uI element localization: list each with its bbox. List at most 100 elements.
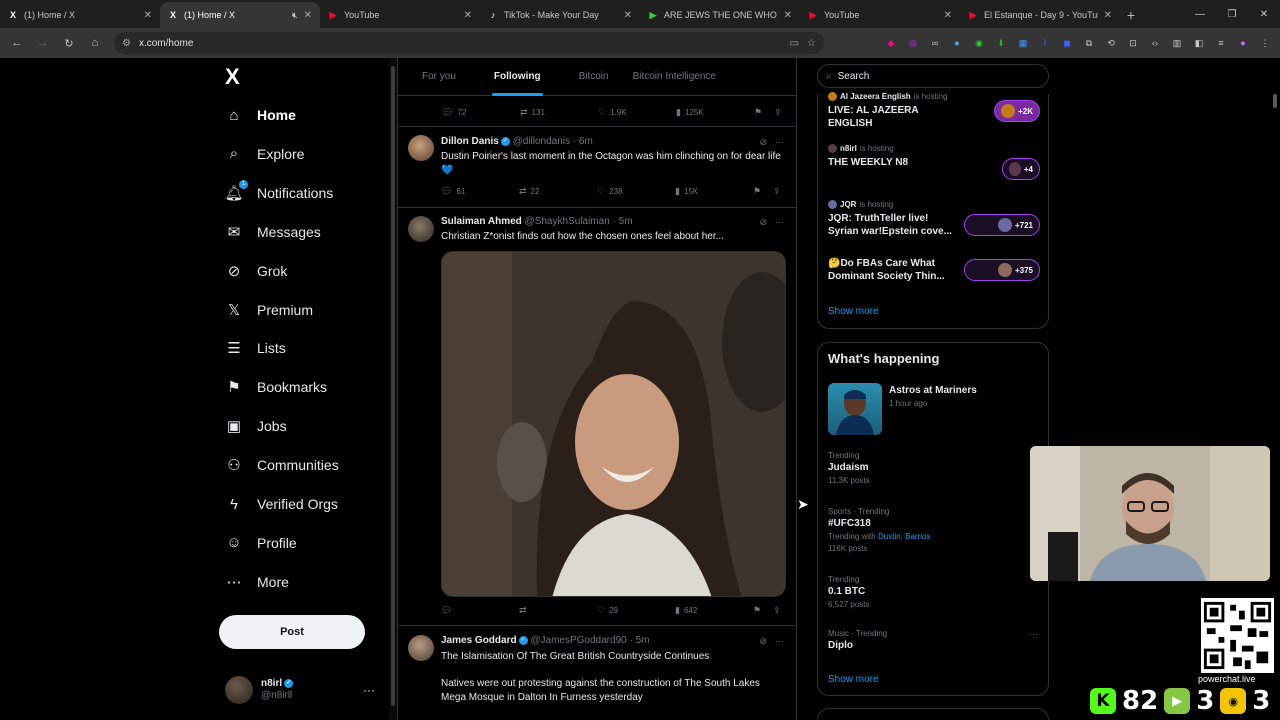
minimize-button[interactable]: — bbox=[1184, 0, 1216, 28]
account-switcher[interactable]: n8irl ✓ @n8irll ··· bbox=[225, 674, 375, 706]
timestamp[interactable]: 5m bbox=[636, 635, 650, 646]
tweet-video[interactable] bbox=[441, 251, 786, 597]
tab-close-icon[interactable]: ✕ bbox=[464, 10, 472, 21]
media-icon[interactable]: ≡ bbox=[1212, 34, 1230, 52]
extension-icon[interactable]: ◼ bbox=[1058, 34, 1076, 52]
nav-item-explore[interactable]: ⌕ Explore bbox=[225, 139, 305, 169]
space-listeners-pill[interactable]: +4 bbox=[1002, 158, 1040, 180]
trends-show-more-link[interactable]: Show more bbox=[828, 674, 879, 685]
browser-tab[interactable]: ▶ YouTube ✕ bbox=[320, 2, 480, 28]
mute-icon[interactable]: 🔇︎ bbox=[292, 10, 298, 21]
space-listeners-pill[interactable]: +375 bbox=[964, 259, 1040, 281]
timestamp[interactable]: 6m bbox=[579, 136, 593, 147]
cast-icon[interactable]: ▭ bbox=[790, 38, 799, 49]
browser-tab[interactable]: X (1) Home / X 🔇︎ ✕ bbox=[160, 2, 320, 28]
tab-close-icon[interactable]: ✕ bbox=[1104, 10, 1112, 21]
space-item[interactable]: n8irl is hosting THE WEEKLY N8 +4 bbox=[828, 144, 1040, 180]
repost-button[interactable]: ⇄ 22 bbox=[519, 186, 597, 197]
browser-tab[interactable]: X (1) Home / X ✕ bbox=[0, 2, 160, 28]
new-tab-button[interactable]: + bbox=[1120, 2, 1142, 28]
extension-icon[interactable]: ⌇ bbox=[1036, 34, 1054, 52]
nav-item-bookmarks[interactable]: ⚑ Bookmarks bbox=[225, 372, 327, 402]
extension-icon[interactable]: ⬇ bbox=[992, 34, 1010, 52]
like-button[interactable]: ♡ 238 bbox=[597, 186, 675, 197]
forward-icon[interactable]: → bbox=[32, 32, 54, 54]
trending-with-link[interactable]: Dustin bbox=[878, 532, 901, 541]
history-icon[interactable]: ⟲ bbox=[1102, 34, 1120, 52]
author-handle[interactable]: @JamesPGoddard90 bbox=[530, 635, 626, 646]
tab-close-icon[interactable]: ✕ bbox=[144, 10, 152, 21]
bookmark-button[interactable]: ⚑ bbox=[753, 186, 773, 197]
tab-close-icon[interactable]: ✕ bbox=[784, 10, 792, 21]
extension-icon[interactable]: ◉ bbox=[970, 34, 988, 52]
tweet[interactable]: Dillon Danis ✓ @dillondanis · 6m ⊘ ··· Dus… bbox=[398, 127, 796, 208]
nav-item-messages[interactable]: ✉ Messages bbox=[225, 217, 321, 247]
browser-tab[interactable]: ♪ TikTok - Make Your Day ✕ bbox=[480, 2, 640, 28]
reload-icon[interactable]: ↻ bbox=[58, 32, 80, 54]
reply-button[interactable]: 💬︎ 61 bbox=[441, 186, 519, 197]
like-button[interactable]: ♡ 29 bbox=[597, 605, 675, 616]
event-title[interactable]: Astros at Mariners bbox=[889, 385, 977, 396]
restore-button[interactable]: ❐ bbox=[1216, 0, 1248, 28]
trending-with-link[interactable]: Barrios bbox=[905, 532, 930, 541]
author-name[interactable]: James Goddard bbox=[441, 635, 517, 646]
timeline-tab-bitcoin[interactable]: Bitcoin bbox=[567, 58, 621, 96]
like-button[interactable]: ♡ 1.9K bbox=[598, 107, 676, 118]
tweet[interactable]: Sulaiman Ahmed @ShaykhSulaiman · 5m ⊘ ···… bbox=[398, 208, 796, 625]
site-info-icon[interactable]: ⚙ bbox=[122, 38, 131, 49]
trend-item[interactable]: Sports · Trending #UFC318 Trending with Du… bbox=[828, 507, 1038, 553]
tweet[interactable]: James Goddard ✓ @JamesPGoddard90 · 5m ⊘ ··… bbox=[398, 626, 796, 720]
share-button[interactable]: ⇪ bbox=[773, 605, 793, 616]
more-dots-icon[interactable]: ··· bbox=[775, 137, 784, 148]
puzzle-icon[interactable]: ⧉ bbox=[1080, 34, 1098, 52]
nav-item-home[interactable]: ⌂ Home bbox=[225, 100, 295, 130]
extension-icon[interactable]: ⊡ bbox=[1124, 34, 1142, 52]
repost-button[interactable]: ⇄ 131 bbox=[520, 107, 598, 118]
browser-tab[interactable]: ▶ YouTube ✕ bbox=[800, 2, 960, 28]
trend-item[interactable]: Music · Trending Diplo ··· bbox=[828, 629, 1038, 651]
more-dots-icon[interactable]: ··· bbox=[775, 636, 784, 647]
x-logo[interactable]: X bbox=[225, 64, 240, 90]
timestamp[interactable]: 5m bbox=[619, 216, 633, 227]
timeline-tab-for-you[interactable]: For you bbox=[398, 58, 468, 96]
space-item[interactable]: 🤔Do FBAs Care What Dominant Society Thin… bbox=[828, 257, 1040, 283]
nav-item-jobs[interactable]: ▣ Jobs bbox=[225, 411, 287, 441]
grok-icon[interactable]: ⊘ bbox=[759, 636, 767, 647]
home-icon[interactable]: ⌂ bbox=[84, 32, 106, 54]
avatar[interactable] bbox=[408, 135, 434, 161]
search-input[interactable]: ⌕ Search bbox=[817, 64, 1049, 88]
timeline-scrollbar[interactable] bbox=[797, 58, 807, 720]
space-listeners-pill[interactable]: +2K bbox=[994, 100, 1040, 122]
author-handle[interactable]: @ShaykhSulaiman bbox=[525, 216, 610, 227]
browser-tab[interactable]: ▶ El Estanque - Day 9 - YouTube ✕ bbox=[960, 2, 1120, 28]
extension-icon[interactable]: ∞ bbox=[926, 34, 944, 52]
space-item[interactable]: JQR is hosting JQR: TruthTeller live! Syri… bbox=[828, 200, 1040, 238]
devtools-icon[interactable]: ‹› bbox=[1146, 34, 1164, 52]
nav-item-notifications[interactable]: 🔔︎ 1 Notifications bbox=[224, 178, 333, 208]
views-button[interactable]: ▮ 642 bbox=[675, 605, 753, 616]
grok-icon[interactable]: ⊘ bbox=[759, 217, 767, 228]
nav-item-communities[interactable]: ⚇ Communities bbox=[225, 450, 338, 480]
tab-close-icon[interactable]: ✕ bbox=[304, 10, 312, 21]
reply-button[interactable]: 💬︎ bbox=[441, 605, 519, 616]
reply-button[interactable]: 💬︎ 72 bbox=[442, 107, 520, 118]
close-window-button[interactable]: ✕ bbox=[1248, 0, 1280, 28]
nav-item-grok[interactable]: ⊘ Grok bbox=[225, 256, 288, 286]
trend-item[interactable]: Trending Judaism 11.3K posts bbox=[828, 451, 1038, 485]
menu-icon[interactable]: ⋮ bbox=[1256, 34, 1274, 52]
trend-item[interactable]: Trending 0.1 BTC 6,527 posts bbox=[828, 575, 1038, 609]
profile-avatar-icon[interactable]: ● bbox=[1234, 34, 1252, 52]
post-button[interactable]: Post bbox=[219, 615, 365, 649]
avatar[interactable] bbox=[408, 635, 434, 661]
nav-item-premium[interactable]: 𝕏 Premium bbox=[225, 295, 313, 325]
more-dots-icon[interactable]: ··· bbox=[1029, 629, 1038, 639]
nav-item-verified-orgs[interactable]: ϟ Verified Orgs bbox=[225, 489, 338, 519]
bookmark-button[interactable]: ⚑ bbox=[753, 605, 773, 616]
author-name[interactable]: Sulaiman Ahmed bbox=[441, 216, 522, 227]
more-dots-icon[interactable]: ··· bbox=[363, 683, 375, 697]
avatar[interactable] bbox=[408, 216, 434, 242]
space-item[interactable]: Al Jazeera English is hosting LIVE: AL JAZ… bbox=[828, 92, 1040, 130]
nav-item-profile[interactable]: ☺ Profile bbox=[225, 528, 296, 558]
author-handle[interactable]: @dillondanis bbox=[513, 136, 570, 147]
extension-icon[interactable]: ◎ bbox=[904, 34, 922, 52]
